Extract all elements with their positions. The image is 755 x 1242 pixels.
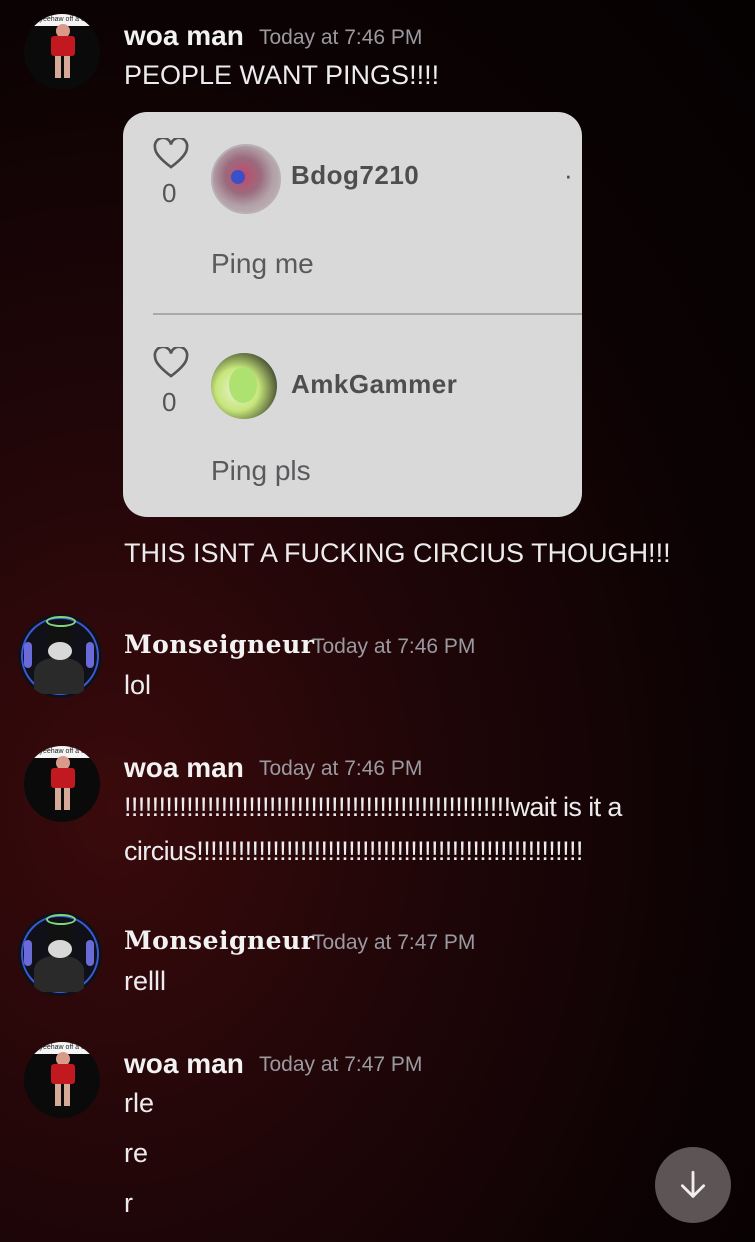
message-text: PEOPLE WANT PINGS!!!!: [124, 60, 440, 90]
ping-username[interactable]: Bdog7210: [291, 160, 419, 191]
avatar[interactable]: [18, 912, 102, 996]
scroll-to-bottom-button[interactable]: [655, 1147, 731, 1223]
author-name[interactable]: woa man: [124, 752, 244, 784]
message-text: rle: [124, 1088, 155, 1118]
message-text: r: [124, 1188, 133, 1218]
timestamp: Today at 7:46 PM: [259, 26, 423, 49]
arrow-down-icon: [680, 1170, 706, 1198]
message-text: relll: [124, 966, 167, 996]
message-text: circius!!!!!!!!!!!!!!!!!!!!!!!!!!!!!!!!!…: [124, 836, 583, 866]
message-text: !!!!!!!!!!!!!!!!!!!!!!!!!!!!!!!!!!!!!!!!…: [124, 792, 622, 822]
author-name[interactable]: woa man: [124, 1048, 244, 1080]
avatar[interactable]: yeehaw off a c: [24, 14, 100, 90]
like-count: 0: [162, 387, 177, 417]
ping-text: Ping pls: [211, 455, 311, 486]
heart-outline-icon[interactable]: [153, 138, 189, 170]
ping-item[interactable]: 0 AmkGammer · 1m Ping pls: [123, 317, 582, 517]
message-text: lol: [124, 670, 152, 700]
author-name[interactable]: woa man: [124, 20, 244, 52]
author-name[interactable]: Monseigneur: [124, 630, 314, 659]
heart-outline-icon[interactable]: [153, 347, 189, 379]
avatar[interactable]: [211, 144, 281, 214]
timestamp: Today at 7:46 PM: [259, 757, 423, 780]
author-name[interactable]: Monseigneur: [124, 926, 314, 955]
divider: [153, 313, 582, 315]
avatar[interactable]: yeehaw off a c: [24, 746, 100, 822]
timestamp: Today at 7:47 PM: [312, 931, 476, 954]
timestamp: Today at 7:46 PM: [312, 635, 476, 658]
like-count: 0: [162, 178, 177, 208]
separator-dot: ·: [564, 160, 573, 190]
timestamp: Today at 7:47 PM: [259, 1053, 423, 1076]
message-text: THIS ISNT A FUCKING CIRCIUS THOUGH!!!: [124, 538, 671, 568]
avatar[interactable]: [18, 614, 102, 698]
ping-username[interactable]: AmkGammer: [291, 369, 457, 400]
ping-item[interactable]: 0 Bdog7210 · 2m Ping me: [123, 112, 582, 312]
avatar[interactable]: [211, 353, 277, 419]
ping-embed-card[interactable]: 0 Bdog7210 · 2m Ping me 0 AmkGammer · 1m…: [123, 112, 582, 517]
avatar[interactable]: yeehaw off a c: [24, 1042, 100, 1118]
message-text: re: [124, 1138, 149, 1168]
ping-text: Ping me: [211, 248, 314, 279]
